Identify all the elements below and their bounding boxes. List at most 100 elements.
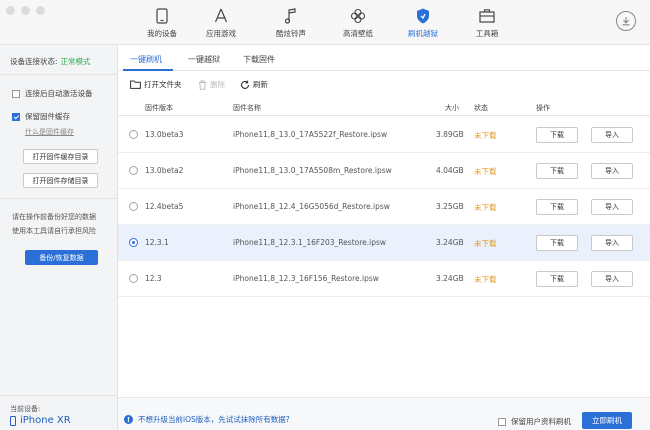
open-storage-dir-button[interactable]: 打开固件存储目录 <box>23 173 98 188</box>
refresh-icon <box>241 80 250 89</box>
risk-notice: 请在操作前备份好您的数据 使用本工具请自行承担风险 <box>12 210 117 238</box>
download-button[interactable]: 下载 <box>536 235 578 251</box>
flower-icon <box>328 6 388 26</box>
table-row[interactable]: 13.0beta3 iPhone11,8_13.0_17A5522f_Resto… <box>118 117 650 153</box>
nav-ringtones[interactable]: 酷炫铃声 <box>261 6 321 39</box>
nav-label: 工具箱 <box>475 29 499 38</box>
import-button[interactable]: 导入 <box>591 235 633 251</box>
nav-flash-jailbreak[interactable]: 刷机越狱 <box>393 6 453 39</box>
checkbox-box[interactable] <box>12 89 20 98</box>
firmware-size: 3.24GB <box>436 238 464 247</box>
refresh-button[interactable]: 刷新 <box>240 79 268 90</box>
tablet-icon <box>132 6 192 26</box>
top-toolbar: 我的设备 应用游戏 酷炫铃声 高清壁纸 刷机越狱 工具箱 <box>0 0 650 45</box>
risk-notice-line: 请在操作前备份好您的数据 <box>12 213 96 221</box>
checkbox-label: 保留固件缓存 <box>25 112 70 121</box>
refresh-label: 刷新 <box>253 80 268 89</box>
open-folder-label: 打开文件夹 <box>144 80 182 89</box>
what-is-cache-link[interactable]: 什么是固件缓存 <box>25 127 74 137</box>
shield-icon <box>393 6 453 26</box>
zoom-window-button[interactable] <box>36 6 45 15</box>
minimize-window-button[interactable] <box>21 6 30 15</box>
divider <box>0 198 118 199</box>
window-controls <box>6 6 45 15</box>
erase-data-hint-text: 不想升级当前iOS版本，先试试抹除所有数据? <box>138 415 290 424</box>
row-radio[interactable] <box>129 274 138 283</box>
nav-wallpapers[interactable]: 高清壁纸 <box>328 6 388 39</box>
checkbox-box[interactable] <box>498 417 506 426</box>
download-icon <box>622 17 630 26</box>
table-row[interactable]: 13.0beta2 iPhone11,8_13.0_17A5508m_Resto… <box>118 153 650 189</box>
open-folder-button[interactable]: 打开文件夹 <box>130 79 182 90</box>
auto-activate-checkbox[interactable]: 连接后自动激活设备 <box>12 88 93 99</box>
delete-label: 删除 <box>210 80 225 89</box>
download-button[interactable]: 下载 <box>536 199 578 215</box>
action-bar: 打开文件夹 删除 刷新 <box>118 71 650 97</box>
open-cache-dir-button[interactable]: 打开固件缓存目录 <box>23 149 98 164</box>
toolbox-icon <box>457 6 517 26</box>
checkbox-label: 保留用户资料刷机 <box>511 417 571 426</box>
download-button[interactable]: 下载 <box>536 271 578 287</box>
header-action: 操作 <box>536 104 550 112</box>
divider <box>0 74 118 75</box>
footer-bar: ! 不想升级当前iOS版本，先试试抹除所有数据? 保留用户资料刷机 立即刷机 <box>118 397 650 430</box>
import-button[interactable]: 导入 <box>591 271 633 287</box>
keep-user-data-checkbox[interactable]: 保留用户资料刷机 <box>498 416 571 427</box>
firmware-size: 3.89GB <box>436 130 464 139</box>
row-radio[interactable] <box>129 202 138 211</box>
current-device: iPhone XR <box>10 415 71 426</box>
nav-apps-games[interactable]: 应用游戏 <box>191 6 251 39</box>
firmware-version: 12.4beta5 <box>145 202 184 211</box>
app-store-icon <box>191 6 251 26</box>
tab-one-click-flash[interactable]: 一键刷机 <box>130 54 162 65</box>
folder-icon <box>130 80 141 89</box>
delete-button[interactable]: 删除 <box>198 79 225 90</box>
firmware-name: iPhone11,8_12.3.1_16F203_Restore.ipsw <box>233 238 387 247</box>
nav-label: 刷机越狱 <box>408 29 438 38</box>
row-radio[interactable] <box>129 130 138 139</box>
phone-icon <box>10 415 16 426</box>
download-button[interactable]: 下载 <box>536 163 578 179</box>
tab-one-click-jailbreak[interactable]: 一键越狱 <box>188 54 220 65</box>
backup-restore-button[interactable]: 备份/恢复数据 <box>25 250 98 265</box>
connection-status: 设备连接状态: 正常模式 <box>10 56 91 67</box>
erase-data-hint[interactable]: ! 不想升级当前iOS版本，先试试抹除所有数据? <box>124 414 290 425</box>
download-button[interactable]: 下载 <box>536 127 578 143</box>
firmware-size: 4.04GB <box>436 166 464 175</box>
download-manager-button[interactable] <box>616 11 636 31</box>
nav-label: 应用游戏 <box>206 29 236 38</box>
firmware-size: 3.24GB <box>436 274 464 283</box>
table-header: 固件版本 固件名称 大小 状态 操作 <box>118 98 650 116</box>
table-row[interactable]: 12.3 iPhone11,8_12.3_16F156_Restore.ipsw… <box>118 261 650 297</box>
firmware-version: 12.3 <box>145 274 162 283</box>
flash-now-button[interactable]: 立即刷机 <box>582 412 632 429</box>
import-button[interactable]: 导入 <box>591 163 633 179</box>
firmware-status: 未下载 <box>474 167 497 176</box>
checkbox-label: 连接后自动激活设备 <box>25 89 93 98</box>
table-row-selected[interactable]: 12.3.1 iPhone11,8_12.3.1_16F203_Restore.… <box>118 225 650 261</box>
current-device-label: 当前设备: <box>10 405 41 413</box>
close-window-button[interactable] <box>6 6 15 15</box>
firmware-status: 未下载 <box>474 131 497 140</box>
firmware-status: 未下载 <box>474 275 497 284</box>
info-icon: ! <box>124 415 133 424</box>
import-button[interactable]: 导入 <box>591 199 633 215</box>
nav-my-device[interactable]: 我的设备 <box>132 6 192 39</box>
tab-download-firmware[interactable]: 下载固件 <box>243 54 275 65</box>
firmware-version: 12.3.1 <box>145 238 169 247</box>
keep-cache-checkbox[interactable]: 保留固件缓存 <box>12 111 70 122</box>
import-button[interactable]: 导入 <box>591 127 633 143</box>
nav-label: 高清壁纸 <box>343 29 373 38</box>
table-row[interactable]: 12.4beta5 iPhone11,8_12.4_16G5056d_Resto… <box>118 189 650 225</box>
divider <box>0 395 118 396</box>
device-name: iPhone XR <box>20 415 71 426</box>
nav-toolbox[interactable]: 工具箱 <box>457 6 517 39</box>
row-radio[interactable] <box>129 166 138 175</box>
main-panel: 一键刷机 一键越狱 下载固件 打开文件夹 删除 刷新 固件版本 固件名称 大小 … <box>118 45 650 430</box>
header-version: 固件版本 <box>145 104 173 112</box>
firmware-size: 3.25GB <box>436 202 464 211</box>
nav-label: 酷炫铃声 <box>276 29 306 38</box>
nav-label: 我的设备 <box>147 29 177 38</box>
row-radio[interactable] <box>129 238 138 247</box>
checkbox-box[interactable] <box>12 112 20 121</box>
